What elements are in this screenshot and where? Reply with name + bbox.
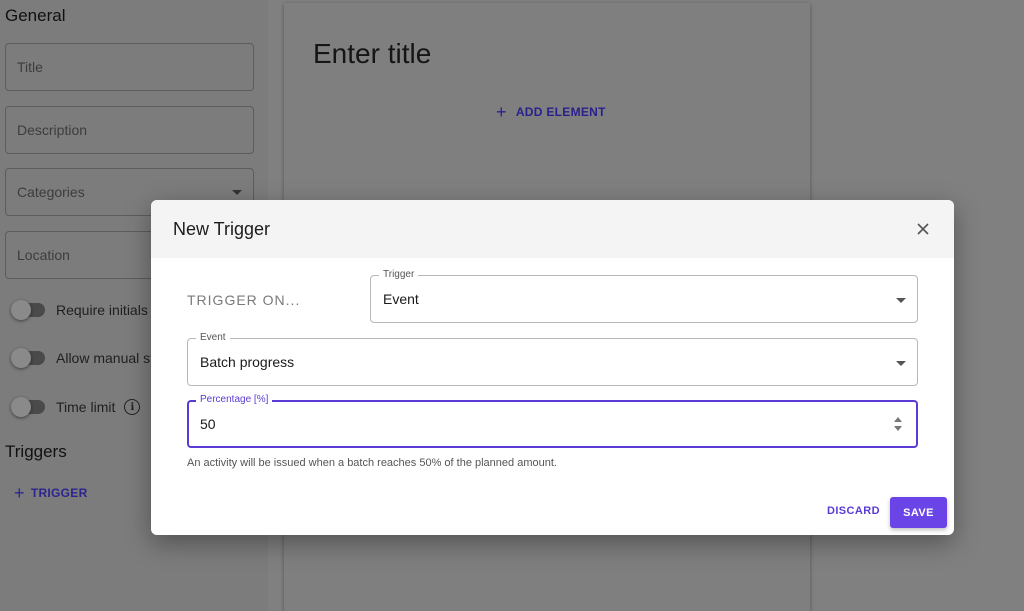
require-initials-row: Require initials	[11, 300, 148, 320]
close-icon	[917, 223, 929, 235]
allow-manual-start-row: Allow manual st	[11, 348, 155, 368]
location-field-label: Location	[17, 247, 70, 263]
plus-icon: +	[14, 483, 25, 503]
event-select-value: Batch progress	[200, 354, 295, 370]
description-field-label: Description	[17, 122, 88, 138]
require-initials-toggle[interactable]	[11, 300, 45, 320]
add-element-button[interactable]: + ADD ELEMENT	[496, 102, 606, 122]
percentage-input-value: 50	[200, 416, 216, 432]
description-field[interactable]: Description	[5, 106, 254, 154]
trigger-select-value: Event	[383, 291, 419, 307]
trigger-on-label: TRIGGER ON...	[187, 292, 301, 308]
title-field-label: Title	[17, 59, 43, 75]
chevron-down-icon	[896, 298, 906, 303]
add-element-label: ADD ELEMENT	[515, 105, 606, 119]
number-stepper-icon[interactable]	[893, 417, 903, 433]
save-button[interactable]: SAVE	[890, 497, 947, 528]
percentage-helper-text: An activity will be issued when a batch …	[187, 457, 557, 469]
require-initials-label: Require initials	[56, 302, 148, 318]
chevron-down-icon	[896, 361, 906, 366]
discard-button[interactable]: DISCARD	[827, 505, 880, 517]
plus-icon: +	[496, 102, 507, 122]
allow-manual-start-toggle[interactable]	[11, 348, 45, 368]
card-title[interactable]: Enter title	[313, 38, 431, 70]
general-section-title: General	[5, 6, 66, 25]
title-field[interactable]: Title	[5, 43, 254, 91]
dialog-title: New Trigger	[173, 219, 271, 239]
new-trigger-dialog: New Trigger TRIGGER ON... Trigger Event …	[151, 200, 954, 535]
info-icon[interactable]: i	[124, 399, 141, 415]
time-limit-row: Time limit i	[11, 397, 141, 417]
trigger-select[interactable]: Trigger Event	[370, 269, 918, 323]
chevron-down-icon	[232, 190, 242, 195]
percentage-input-legend: Percentage [%]	[196, 394, 273, 406]
event-select-legend: Event	[196, 332, 230, 344]
event-select[interactable]: Event Batch progress	[187, 332, 918, 386]
dialog-header: New Trigger	[151, 200, 954, 258]
add-trigger-label: TRIGGER	[30, 486, 88, 500]
triggers-section-title: Triggers	[5, 442, 67, 461]
time-limit-label: Time limit	[56, 399, 116, 415]
time-limit-toggle[interactable]	[11, 397, 45, 417]
allow-manual-start-label: Allow manual st	[56, 350, 155, 366]
percentage-input[interactable]: Percentage [%] 50	[187, 394, 918, 448]
trigger-select-legend: Trigger	[379, 269, 419, 281]
close-button[interactable]	[912, 218, 934, 240]
categories-select-label: Categories	[17, 184, 85, 200]
add-trigger-button[interactable]: + TRIGGER	[14, 483, 88, 503]
